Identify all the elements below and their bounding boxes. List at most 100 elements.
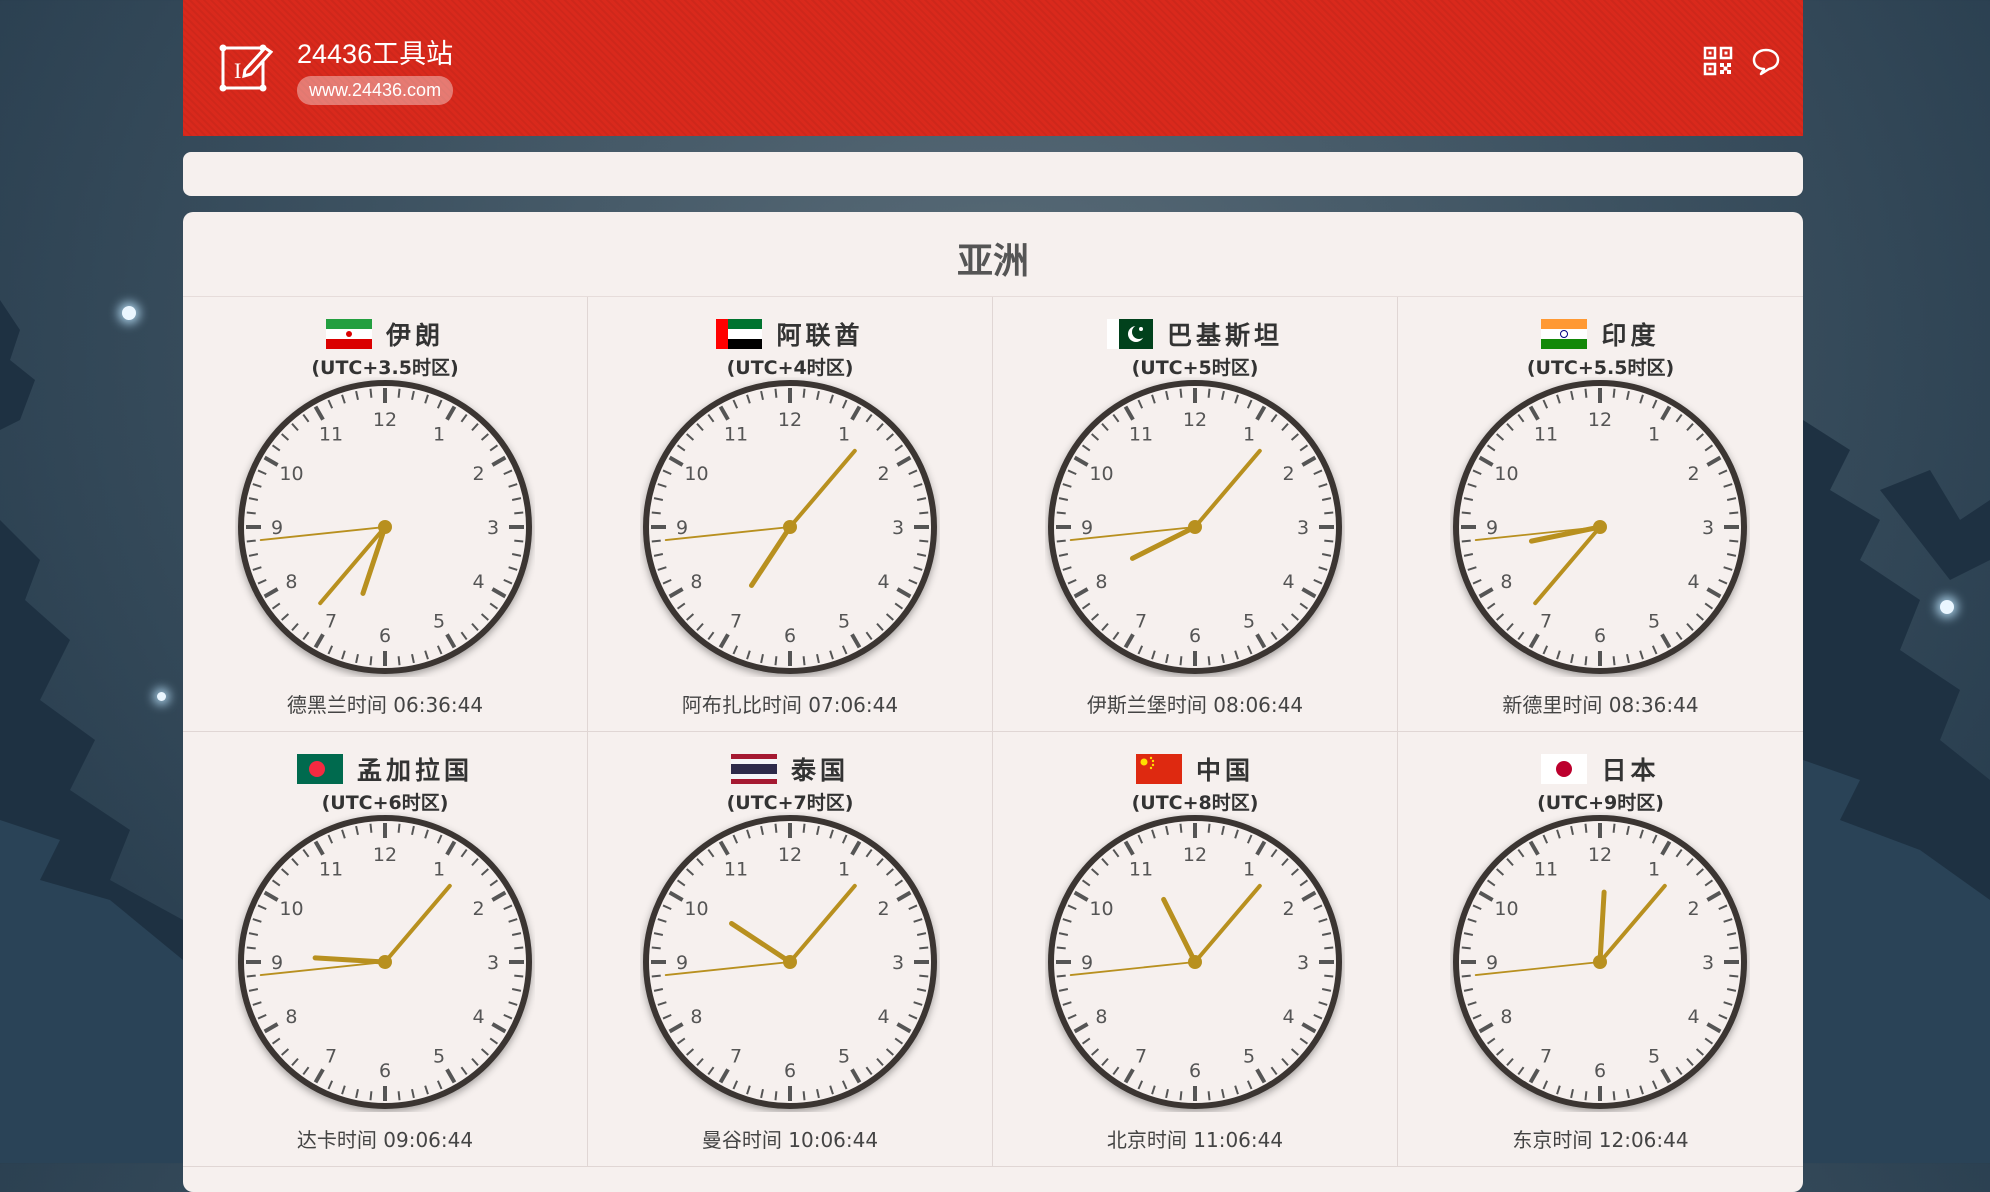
clock-numeral: 3 xyxy=(1297,952,1309,974)
clock-numeral: 11 xyxy=(724,423,748,445)
clock-tick xyxy=(1179,1091,1183,1101)
clock-tick xyxy=(802,1091,806,1101)
clock-tick xyxy=(1056,946,1066,950)
clock-numeral: 5 xyxy=(433,1046,445,1068)
clock-tick xyxy=(651,539,661,543)
site-name[interactable]: 24436工具站 xyxy=(297,32,453,71)
clock-numeral: 3 xyxy=(1702,952,1714,974)
clock-tick xyxy=(802,388,806,398)
clock-numeral: 2 xyxy=(1282,898,1294,920)
clock-tick xyxy=(919,511,929,515)
clock-tick xyxy=(1179,656,1183,666)
clock-numeral: 1 xyxy=(433,423,445,445)
asia-clock-panel: 亚洲 伊朗 (UTC+3.5时区) 1 2 3 4 5 6 7 8 9 10 11 12 德黑兰时间 06:… xyxy=(183,212,1803,1192)
bangladesh-flag-icon xyxy=(296,754,343,784)
clock-numeral: 4 xyxy=(472,1006,484,1028)
clock-numeral: 8 xyxy=(690,571,702,593)
timezone-label: (UTC+3.5时区) xyxy=(311,357,459,379)
clock-tick xyxy=(397,823,401,833)
clock-tick xyxy=(651,946,661,950)
svg-text:I: I xyxy=(234,58,241,83)
site-header: I 24436工具站 www.24436.com xyxy=(183,0,1803,136)
clock-tick xyxy=(1584,823,1588,833)
analog-clock: 123456789101112 xyxy=(643,815,937,1109)
clock-numeral: 7 xyxy=(325,611,337,633)
pakistan-flag-icon xyxy=(1106,319,1153,349)
clock-numeral: 12 xyxy=(778,409,802,431)
clock-tick xyxy=(1324,539,1334,543)
clock-tick xyxy=(802,823,806,833)
clock-tick xyxy=(651,974,661,978)
comment-icon[interactable] xyxy=(1751,46,1781,76)
country-name: 巴基斯坦 xyxy=(1166,321,1283,350)
clock-numeral: 5 xyxy=(433,611,445,633)
star xyxy=(157,692,166,701)
site-url-badge[interactable]: www.24436.com xyxy=(297,76,454,105)
timezone-label: (UTC+8时区) xyxy=(1131,792,1259,814)
clock-numeral: 12 xyxy=(778,844,802,866)
clock-numeral: 8 xyxy=(1095,1006,1107,1028)
clock-numeral: 12 xyxy=(1183,844,1207,866)
clock-hub xyxy=(378,520,392,534)
qr-code-icon[interactable] xyxy=(1703,46,1733,76)
clock-numeral: 2 xyxy=(472,463,484,485)
timezone-label: (UTC+4时区) xyxy=(726,357,854,379)
clock-hub xyxy=(1593,520,1607,534)
clock-numeral: 1 xyxy=(1243,858,1255,880)
clock-numeral: 10 xyxy=(279,463,303,485)
country-header: 阿联酋 xyxy=(588,317,992,351)
clock-numeral: 6 xyxy=(1594,1060,1606,1082)
clock-tick xyxy=(369,823,373,833)
country-header: 孟加拉国 xyxy=(183,752,587,786)
city-time-label: 德黑兰时间 06:36:44 xyxy=(286,693,484,717)
clock-numeral: 10 xyxy=(1494,463,1518,485)
clock-hub xyxy=(783,955,797,969)
clock-numeral: 2 xyxy=(1687,898,1699,920)
clock-tick xyxy=(774,656,778,666)
search-bar[interactable] xyxy=(183,152,1803,196)
clock-numeral: 4 xyxy=(1282,1006,1294,1028)
site-logo-icon[interactable]: I xyxy=(217,40,273,96)
clock-numeral: 2 xyxy=(1687,463,1699,485)
clock-tick xyxy=(397,388,401,398)
iran-flag-icon xyxy=(325,319,372,349)
clock-tick xyxy=(514,974,524,978)
analog-clock: 123456789101112 xyxy=(1453,380,1747,674)
city-time-label: 北京时间 11:06:44 xyxy=(1106,1128,1284,1152)
clock-numeral: 10 xyxy=(279,898,303,920)
clock-numeral: 4 xyxy=(877,1006,889,1028)
country-name: 印度 xyxy=(1601,321,1660,350)
clock-numeral: 11 xyxy=(1534,423,1558,445)
clock-hub xyxy=(783,520,797,534)
clock-numeral: 9 xyxy=(1486,952,1498,974)
clock-tick xyxy=(1207,1091,1211,1101)
clock-numeral: 1 xyxy=(838,423,850,445)
clock-tick xyxy=(1612,823,1616,833)
clock-hub xyxy=(1188,520,1202,534)
clock-numeral: 6 xyxy=(1189,625,1201,647)
analog-clock: 123456789101112 xyxy=(238,380,532,674)
clock-numeral: 5 xyxy=(838,1046,850,1068)
clock-numeral: 3 xyxy=(487,952,499,974)
clock-numeral: 1 xyxy=(1648,423,1660,445)
clock-numeral: 4 xyxy=(1282,571,1294,593)
clock-numeral: 5 xyxy=(1648,1046,1660,1068)
clock-tick xyxy=(1729,974,1739,978)
section-title: 亚洲 xyxy=(956,241,1029,282)
city-time-label: 达卡时间 09:06:44 xyxy=(296,1128,474,1152)
clock-numeral: 6 xyxy=(784,625,796,647)
clock-tick xyxy=(514,539,524,543)
clock-tick xyxy=(919,539,929,543)
clock-tick xyxy=(774,388,778,398)
clock-card: 泰国 (UTC+7时区) 1 2 3 4 5 6 7 8 9 10 11 12 曼谷时间 10:06:44 xyxy=(588,732,993,1167)
clock-tick xyxy=(1461,974,1471,978)
clock-tick xyxy=(802,656,806,666)
timezone-label: (UTC+9时区) xyxy=(1537,792,1664,814)
thailand-flag-icon xyxy=(730,754,777,784)
clock-numeral: 10 xyxy=(684,463,708,485)
clock-tick xyxy=(651,511,661,515)
clock-numeral: 7 xyxy=(1135,611,1147,633)
analog-clock: 123456789101112 xyxy=(238,815,532,1109)
clock-tick xyxy=(246,974,256,978)
country-name: 泰国 xyxy=(790,756,849,785)
